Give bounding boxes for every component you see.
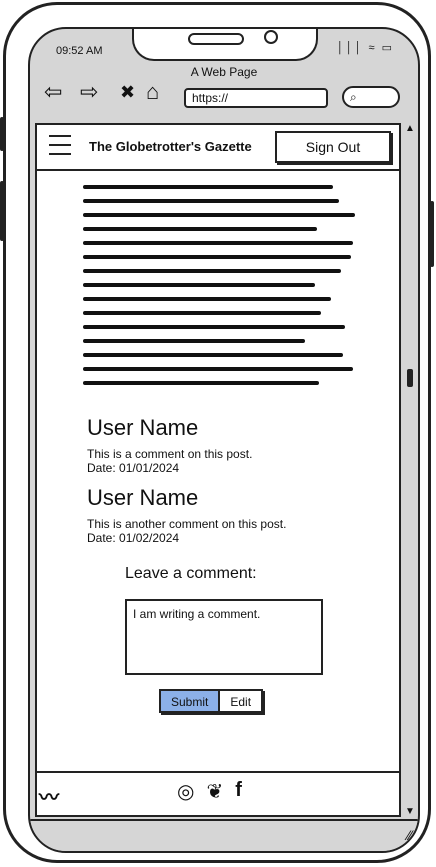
scribble-line [83,283,315,287]
phone-frame: 09:52 AM │││ ≈ ▭ A Web Page ⇦ ⇨ ✖ ⌂ http… [0,2,434,863]
comment-2: User Name This is another comment on thi… [87,485,286,545]
scribble-line [83,297,331,301]
browser-title: A Web Page [190,65,258,79]
sign-out-button[interactable]: Sign Out [275,131,391,163]
comment-date: Date: 01/02/2024 [87,531,180,545]
scribble-line [83,255,351,259]
scroll-up-icon[interactable]: ▲ [405,123,415,134]
site-footer: 〰 ◎ ❦ f [37,771,399,811]
scribble-line [83,199,339,203]
comment-textarea[interactable]: I am writing a comment. [125,599,323,675]
comment-user: User Name [87,415,199,440]
comment-text: This is a comment on this post. [87,447,253,461]
comment-user: User Name [87,485,199,510]
facebook-icon[interactable]: f [235,779,242,804]
volume-up-button [0,117,4,151]
speaker [188,33,244,45]
scrollbar[interactable]: ▲ ▼ [404,123,416,817]
site-header: The Globetrotter's Gazette Sign Out [37,125,399,171]
comment-buttons: Submit Edit [159,689,264,713]
site-title: The Globetrotter's Gazette [89,139,252,154]
status-icons: │││ ≈ ▭ [336,42,394,54]
comment-date: Date: 01/01/2024 [87,461,180,475]
scroll-down-icon[interactable]: ▼ [405,806,415,817]
scribble-line [83,325,345,329]
instagram-icon[interactable]: ◎ [177,779,194,804]
hamburger-icon[interactable] [49,135,71,162]
scribble-line [83,213,355,217]
power-button [430,201,434,267]
twitter-icon[interactable]: ❦ [206,779,223,804]
volume-down-button [0,181,4,241]
notch [132,29,318,61]
search-button[interactable]: ⌕ [342,86,400,108]
back-icon[interactable]: ⇦ [44,81,62,103]
scribble-line [83,381,319,385]
scribble-line [83,241,353,245]
scroll-thumb[interactable] [407,369,413,387]
resize-handle-icon[interactable]: ⁄⁄ [407,827,412,843]
scribble-line [83,269,341,273]
home-icon[interactable]: ⌂ [146,81,159,103]
camera [264,30,278,44]
submit-button[interactable]: Submit [161,691,221,711]
edit-button[interactable]: Edit [220,691,261,711]
device-screen: 09:52 AM │││ ≈ ▭ A Web Page ⇦ ⇨ ✖ ⌂ http… [28,27,420,853]
social-links: ◎ ❦ f [177,779,242,804]
scribble-line [83,339,305,343]
comment-form-heading: Leave a comment: [125,565,257,582]
search-icon: ⌕ [350,90,357,104]
forward-icon[interactable]: ⇨ [80,81,98,103]
scribble-line [83,353,343,357]
url-input[interactable]: https:// [184,88,328,108]
scribble-line [83,367,353,371]
scribble-line [83,227,317,231]
article-text-placeholder [83,185,361,395]
status-time: 09:52 AM [56,45,103,57]
logo-icon: 〰 [39,787,59,809]
web-page: The Globetrotter's Gazette Sign Out User… [35,123,401,817]
comment-text: This is another comment on this post. [87,517,287,531]
comment-1: User Name This is a comment on this post… [87,415,252,475]
close-icon[interactable]: ✖ [120,81,135,103]
scribble-line [83,185,333,189]
browser-bottom-bar: ⁄⁄ [30,819,418,851]
scribble-line [83,311,321,315]
